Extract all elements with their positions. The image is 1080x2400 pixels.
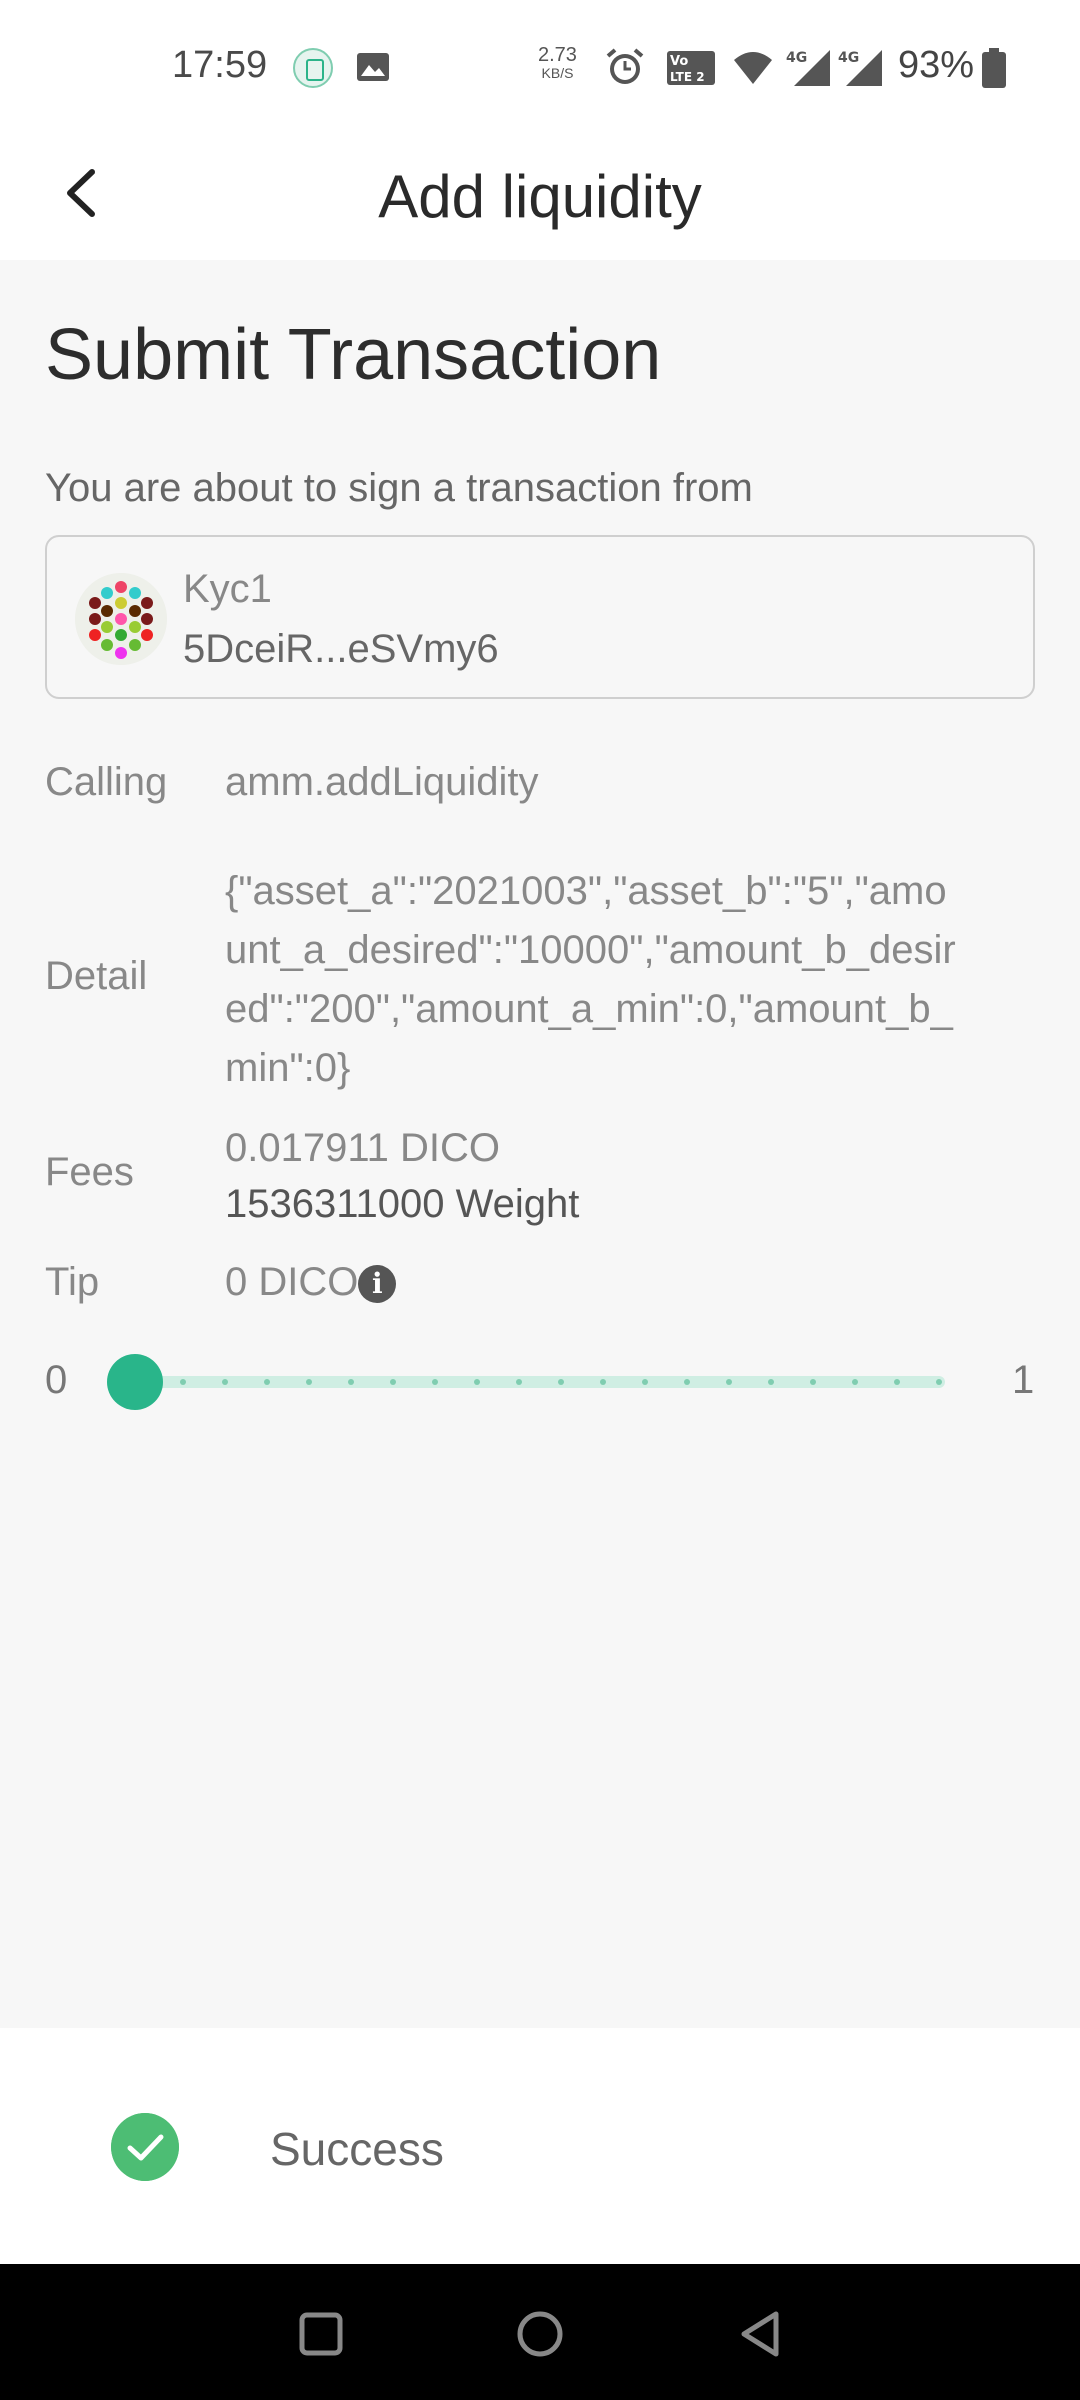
calling-value: amm.addLiquidity: [225, 760, 539, 804]
slider-tick: [264, 1379, 270, 1385]
fees-label: Fees: [45, 1150, 134, 1194]
slider-tick: [348, 1379, 354, 1385]
calling-label: Calling: [45, 760, 168, 804]
svg-text:Vo: Vo: [670, 54, 688, 69]
network-speed-value: 2.73: [538, 44, 577, 66]
wifi-icon: [734, 52, 772, 84]
battery-percentage: 93%: [898, 44, 975, 86]
status-bar: 17:59 2.73 KB/S Vo LTE 2 4G 4G 93%: [0, 0, 1080, 132]
battery-icon: [982, 48, 1006, 88]
system-nav-bar: [0, 2264, 1080, 2400]
network-speed-unit: KB/S: [541, 65, 574, 81]
slider-tick: [936, 1379, 942, 1385]
slider-tick: [726, 1379, 732, 1385]
account-identicon: [75, 573, 167, 665]
sign-subtitle: You are about to sign a transaction from: [45, 466, 753, 510]
network-speed: 2.73 KB/S: [538, 44, 577, 82]
account-name: Kyc1: [183, 567, 272, 611]
slider-tick: [432, 1379, 438, 1385]
status-time: 17:59: [172, 44, 268, 86]
home-circle-icon[interactable]: [512, 2306, 568, 2362]
alarm-icon: [606, 48, 644, 84]
slider-tick: [600, 1379, 606, 1385]
tip-row: 0 DICO i: [225, 1260, 397, 1305]
check-circle-icon: [111, 2113, 179, 2181]
app-bar: Add liquidity: [0, 132, 1080, 260]
slider-tick: [390, 1379, 396, 1385]
fees-value: 0.017911 DICO: [225, 1126, 500, 1170]
detail-label: Detail: [45, 954, 148, 998]
tip-value: 0 DICO: [225, 1260, 359, 1304]
slider-tick: [810, 1379, 816, 1385]
slider-tick: [474, 1379, 480, 1385]
svg-text:4G: 4G: [786, 50, 807, 66]
account-address: 5DceiR...eSVmy6: [183, 627, 499, 671]
success-toast: Success: [0, 2028, 1080, 2264]
app-notification-icon: [293, 48, 333, 88]
page-title: Add liquidity: [378, 163, 702, 230]
tip-slider-thumb[interactable]: [107, 1354, 163, 1410]
gallery-icon: [357, 53, 389, 81]
slider-tick: [180, 1379, 186, 1385]
account-card[interactable]: Kyc1 5DceiR...eSVmy6: [45, 535, 1035, 699]
tip-slider-track[interactable]: [135, 1376, 945, 1388]
slider-tick: [642, 1379, 648, 1385]
slider-tick: [222, 1379, 228, 1385]
recents-square-icon[interactable]: [293, 2306, 349, 2362]
slider-tick: [306, 1379, 312, 1385]
slider-tick: [768, 1379, 774, 1385]
section-heading: Submit Transaction: [45, 315, 662, 395]
fees-weight: 1536311000 Weight: [225, 1182, 580, 1226]
toast-message: Success: [270, 2123, 444, 2175]
slider-min-label: 0: [45, 1358, 68, 1402]
svg-text:LTE 2: LTE 2: [670, 70, 705, 84]
info-icon[interactable]: i: [358, 1265, 397, 1303]
signal-4g-icon: 4G: [838, 50, 882, 86]
back-triangle-icon[interactable]: [732, 2306, 788, 2362]
slider-tick: [894, 1379, 900, 1385]
slider-tick: [558, 1379, 564, 1385]
slider-max-label: 1: [1012, 1358, 1035, 1402]
slider-tick: [852, 1379, 858, 1385]
tip-label: Tip: [45, 1260, 100, 1304]
detail-value: {"asset_a":"2021003","asset_b":"5","amou…: [225, 869, 956, 1090]
signal-4g-icon: 4G: [786, 50, 830, 86]
svg-text:4G: 4G: [838, 50, 859, 66]
volte-icon: Vo LTE 2: [667, 51, 715, 85]
slider-tick: [684, 1379, 690, 1385]
slider-tick: [516, 1379, 522, 1385]
